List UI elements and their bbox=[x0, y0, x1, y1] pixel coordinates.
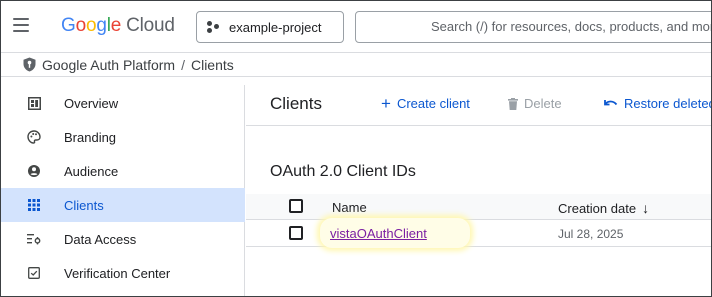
column-header-creation-date[interactable]: Creation date ↓ bbox=[558, 200, 649, 216]
verified-checkbox-icon bbox=[27, 266, 41, 280]
logo-google-text: Google bbox=[61, 15, 122, 36]
app-window: Google Cloud example-project Search (/) f… bbox=[0, 0, 712, 297]
table-header-row: Name Creation date ↓ bbox=[246, 194, 711, 220]
undo-icon bbox=[604, 99, 618, 105]
column-header-name[interactable]: Name bbox=[332, 200, 367, 215]
sidebar-item-label: Data Access bbox=[64, 231, 137, 247]
client-creation-date: Jul 28, 2025 bbox=[558, 227, 624, 241]
project-picker-button[interactable]: example-project bbox=[196, 11, 344, 43]
breadcrumb: Google Auth Platform / Clients bbox=[1, 52, 711, 77]
palette-icon bbox=[27, 130, 41, 144]
trash-icon bbox=[508, 97, 518, 110]
plus-icon: + bbox=[381, 94, 391, 113]
search-input[interactable]: Search (/) for resources, docs, products… bbox=[355, 11, 712, 43]
select-all-checkbox[interactable] bbox=[289, 199, 303, 213]
sidebar-item-verification-center[interactable]: Verification Center bbox=[1, 256, 245, 290]
sidebar-item-clients[interactable]: Clients bbox=[1, 188, 245, 222]
toolbar-divider bbox=[246, 125, 711, 126]
sidebar-item-label: Branding bbox=[64, 129, 117, 145]
filter-settings-icon bbox=[27, 232, 41, 246]
client-name-link[interactable]: vistaOAuthClient bbox=[330, 226, 427, 241]
table-row: vistaOAuthClient Jul 28, 2025 bbox=[246, 218, 711, 248]
google-cloud-logo[interactable]: Google Cloud bbox=[61, 15, 175, 37]
top-header: Google Cloud example-project Search (/) f… bbox=[1, 1, 712, 51]
dashboard-icon bbox=[27, 96, 41, 110]
sidebar-item-label: Verification Center bbox=[64, 265, 171, 281]
breadcrumb-current: Clients bbox=[190, 56, 234, 73]
page-title: Clients bbox=[270, 94, 322, 113]
sidebar-item-label: Overview bbox=[64, 95, 119, 111]
breadcrumb-separator: / bbox=[181, 56, 185, 73]
section-title: OAuth 2.0 Client IDs bbox=[270, 163, 416, 180]
column-header-creation-date-label: Creation date bbox=[558, 201, 637, 216]
logo-cloud-text: Cloud bbox=[126, 15, 175, 36]
main-menu-icon[interactable] bbox=[13, 18, 29, 32]
sidebar-item-data-access[interactable]: Data Access bbox=[1, 222, 245, 256]
sidebar-nav: Overview Branding Audience Clients Data … bbox=[1, 85, 245, 296]
sort-descending-icon: ↓ bbox=[642, 200, 650, 216]
search-placeholder: Search (/) for resources, docs, products… bbox=[431, 19, 712, 34]
project-name: example-project bbox=[229, 19, 322, 35]
sidebar-item-branding[interactable]: Branding bbox=[1, 120, 245, 154]
sidebar-item-overview[interactable]: Overview bbox=[1, 86, 245, 120]
restore-deleted-button[interactable]: Restore deleted bbox=[604, 96, 712, 111]
create-client-button[interactable]: + Create client bbox=[381, 94, 470, 113]
restore-deleted-label: Restore deleted bbox=[624, 96, 712, 111]
row-checkbox[interactable] bbox=[289, 226, 303, 240]
shield-key-icon bbox=[23, 57, 36, 72]
grid-icon bbox=[27, 198, 41, 212]
breadcrumb-root[interactable]: Google Auth Platform bbox=[42, 57, 175, 73]
sidebar-item-label: Audience bbox=[64, 163, 119, 179]
person-circle-icon bbox=[27, 164, 41, 178]
page-toolbar: Clients + Create client Delete Restore d… bbox=[246, 85, 712, 123]
delete-button[interactable]: Delete bbox=[508, 96, 562, 111]
sidebar-item-audience[interactable]: Audience bbox=[1, 154, 245, 188]
main-content: Clients + Create client Delete Restore d… bbox=[246, 85, 712, 296]
sidebar-item-label: Clients bbox=[64, 197, 104, 213]
create-client-label: Create client bbox=[396, 96, 470, 111]
project-icon bbox=[207, 21, 223, 33]
delete-label: Delete bbox=[524, 96, 562, 111]
